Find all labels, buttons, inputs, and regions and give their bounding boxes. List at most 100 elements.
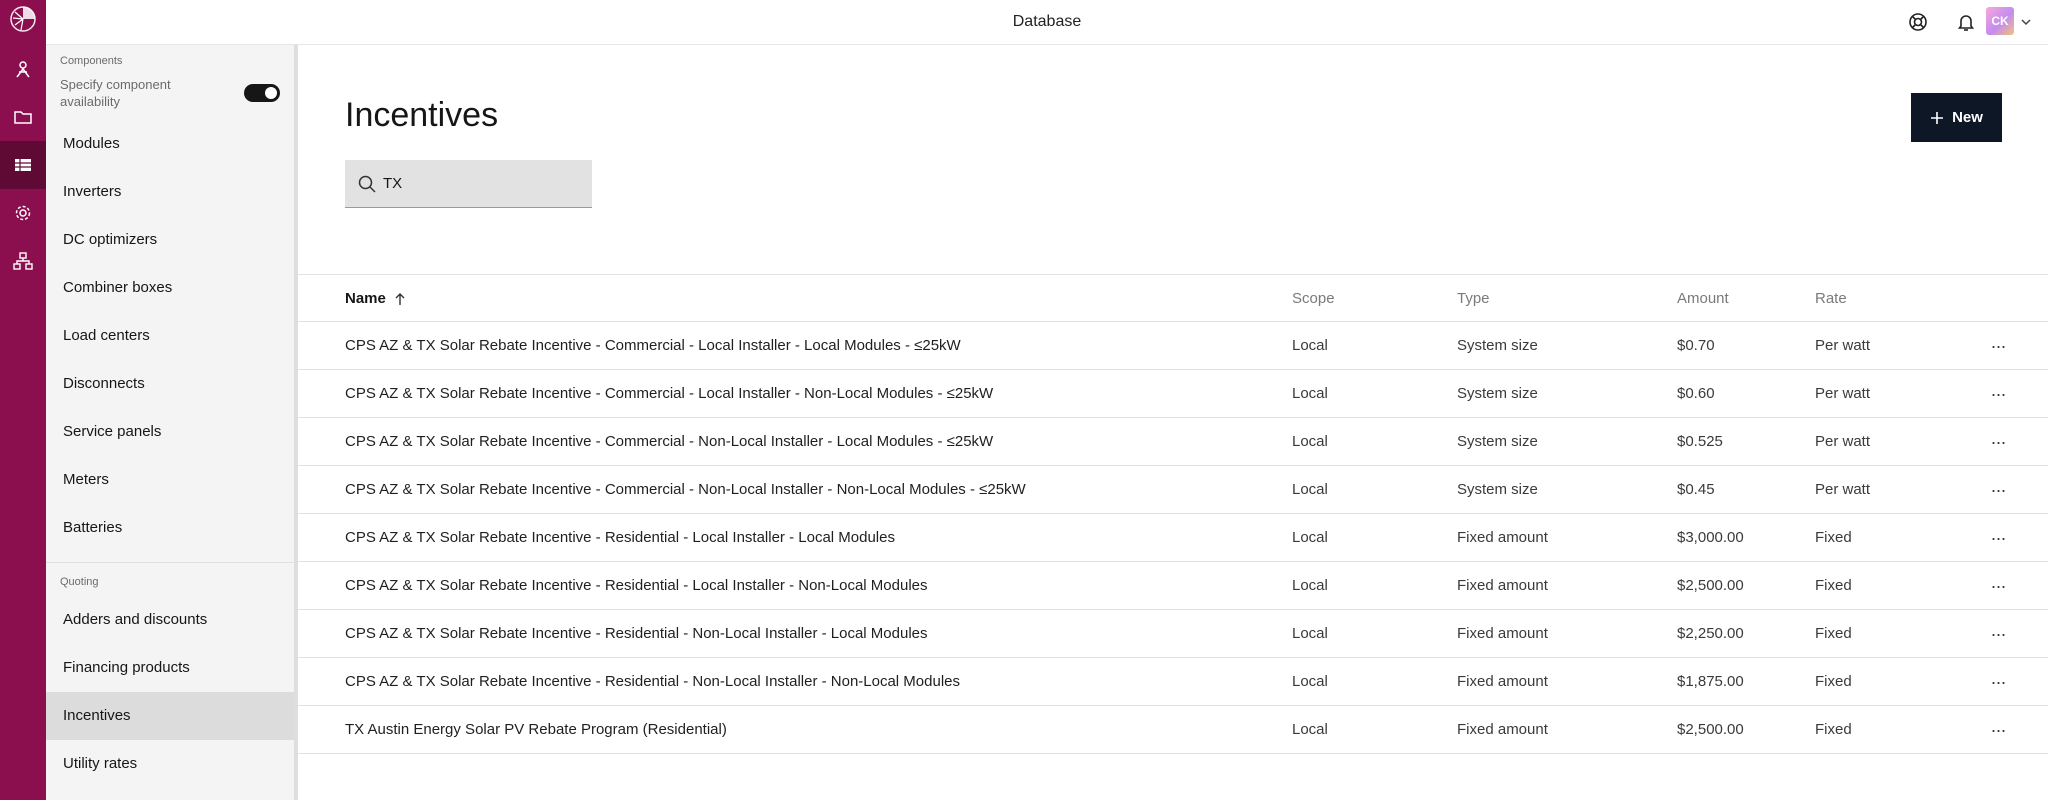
cell-scope: Local: [1292, 433, 1328, 450]
table-row[interactable]: CPS AZ & TX Solar Rebate Incentive - Res…: [298, 514, 2048, 562]
cell-amount: $0.525: [1677, 433, 1723, 450]
more-options-icon[interactable]: ···: [1984, 322, 2012, 370]
table-row[interactable]: CPS AZ & TX Solar Rebate Incentive - Res…: [298, 658, 2048, 706]
cell-name[interactable]: CPS AZ & TX Solar Rebate Incentive - Res…: [345, 562, 928, 610]
app-logo-icon[interactable]: [6, 2, 40, 36]
column-header-rate[interactable]: Rate: [1815, 275, 1847, 323]
cell-name[interactable]: CPS AZ & TX Solar Rebate Incentive - Com…: [345, 418, 993, 466]
cell-type: Fixed amount: [1457, 577, 1548, 594]
rail-database-button[interactable]: [0, 141, 46, 189]
column-name-label: Name: [345, 290, 386, 307]
sidebar-item-modules[interactable]: Modules: [46, 120, 294, 168]
incentives-table: Name Scope Type Amount Rate CPS AZ & TX …: [298, 274, 2048, 754]
cell-name[interactable]: TX Austin Energy Solar PV Rebate Program…: [345, 706, 727, 754]
cell-type: Fixed amount: [1457, 529, 1548, 546]
sidebar-item-service-panels[interactable]: Service panels: [46, 408, 294, 456]
specify-availability-label: Specify component availability: [60, 77, 171, 109]
sidebar: Components Specify component availabilit…: [46, 45, 294, 800]
cell-type: System size: [1457, 337, 1538, 354]
cell-name[interactable]: CPS AZ & TX Solar Rebate Incentive - Com…: [345, 322, 961, 370]
cell-name[interactable]: CPS AZ & TX Solar Rebate Incentive - Res…: [345, 658, 960, 706]
cell-name[interactable]: CPS AZ & TX Solar Rebate Incentive - Com…: [345, 370, 993, 418]
column-header-type[interactable]: Type: [1457, 275, 1490, 323]
cell-type: System size: [1457, 481, 1538, 498]
sidebar-item-combiner-boxes[interactable]: Combiner boxes: [46, 264, 294, 312]
availability-toggle[interactable]: [244, 84, 280, 102]
cell-rate: Fixed: [1815, 625, 1852, 642]
search-box[interactable]: [345, 160, 592, 208]
cell-rate: Per watt: [1815, 337, 1871, 354]
cell-amount: $2,500.00: [1677, 577, 1744, 594]
new-button-label: New: [1952, 109, 1983, 126]
cell-amount: $2,500.00: [1677, 721, 1744, 738]
table-row[interactable]: CPS AZ & TX Solar Rebate Incentive - Com…: [298, 466, 2048, 514]
cell-amount: $3,000.00: [1677, 529, 1744, 546]
cell-scope: Local: [1292, 529, 1328, 546]
search-input[interactable]: [383, 160, 583, 206]
new-button[interactable]: New: [1911, 93, 2002, 142]
table-icon: [15, 159, 31, 171]
rail-settings-button[interactable]: [0, 189, 46, 237]
cell-amount: $0.45: [1677, 481, 1715, 498]
more-options-icon[interactable]: ···: [1984, 370, 2012, 418]
more-options-icon[interactable]: ···: [1984, 706, 2012, 754]
sidebar-item-incentives[interactable]: Incentives: [46, 692, 294, 740]
more-options-icon[interactable]: ···: [1984, 658, 2012, 706]
cell-rate: Fixed: [1815, 673, 1852, 690]
section-label-components: Components: [60, 55, 123, 67]
sidebar-item-financing-products[interactable]: Financing products: [46, 644, 294, 692]
cell-amount: $1,875.00: [1677, 673, 1744, 690]
cell-type: System size: [1457, 385, 1538, 402]
column-header-amount[interactable]: Amount: [1677, 275, 1729, 323]
table-header: Name Scope Type Amount Rate: [298, 274, 2048, 322]
cell-type: Fixed amount: [1457, 625, 1548, 642]
cell-rate: Fixed: [1815, 577, 1852, 594]
table-row[interactable]: CPS AZ & TX Solar Rebate Incentive - Com…: [298, 370, 2048, 418]
more-options-icon[interactable]: ···: [1984, 610, 2012, 658]
column-header-name[interactable]: Name: [345, 275, 406, 323]
cell-amount: $2,250.00: [1677, 625, 1744, 642]
sidebar-item-batteries[interactable]: Batteries: [46, 504, 294, 552]
sidebar-item-dc-optimizers[interactable]: DC optimizers: [46, 216, 294, 264]
chevron-down-icon[interactable]: [2020, 15, 2032, 27]
sidebar-item-adders-discounts[interactable]: Adders and discounts: [46, 596, 294, 644]
sidebar-item-disconnects[interactable]: Disconnects: [46, 360, 294, 408]
more-options-icon[interactable]: ···: [1984, 466, 2012, 514]
sitemap-icon: [13, 252, 33, 270]
table-row[interactable]: CPS AZ & TX Solar Rebate Incentive - Com…: [298, 322, 2048, 370]
cell-name[interactable]: CPS AZ & TX Solar Rebate Incentive - Res…: [345, 610, 928, 658]
avatar[interactable]: CK: [1986, 7, 2014, 35]
cell-scope: Local: [1292, 385, 1328, 402]
table-row[interactable]: CPS AZ & TX Solar Rebate Incentive - Res…: [298, 610, 2048, 658]
sidebar-item-inverters[interactable]: Inverters: [46, 168, 294, 216]
cell-scope: Local: [1292, 577, 1328, 594]
app-rail: [0, 0, 46, 800]
help-icon[interactable]: [1907, 11, 1929, 33]
sidebar-divider: [46, 562, 294, 563]
cell-amount: $0.70: [1677, 337, 1715, 354]
bell-icon[interactable]: [1955, 11, 1977, 33]
column-header-scope[interactable]: Scope: [1292, 275, 1335, 323]
more-options-icon[interactable]: ···: [1984, 514, 2012, 562]
rail-org-button[interactable]: [0, 237, 46, 285]
table-row[interactable]: TX Austin Energy Solar PV Rebate Program…: [298, 706, 2048, 754]
cell-scope: Local: [1292, 673, 1328, 690]
more-options-icon[interactable]: ···: [1984, 418, 2012, 466]
cell-scope: Local: [1292, 625, 1328, 642]
cell-name[interactable]: CPS AZ & TX Solar Rebate Incentive - Com…: [345, 466, 1026, 514]
cell-rate: Per watt: [1815, 385, 1871, 402]
table-row[interactable]: CPS AZ & TX Solar Rebate Incentive - Com…: [298, 418, 2048, 466]
more-options-icon[interactable]: ···: [1984, 562, 2012, 610]
rail-folder-button[interactable]: [0, 93, 46, 141]
cell-rate: Per watt: [1815, 481, 1871, 498]
sidebar-item-load-centers[interactable]: Load centers: [46, 312, 294, 360]
cell-rate: Per watt: [1815, 433, 1871, 450]
sidebar-item-utility-rates[interactable]: Utility rates: [46, 740, 294, 788]
sidebar-item-meters[interactable]: Meters: [46, 456, 294, 504]
table-row[interactable]: CPS AZ & TX Solar Rebate Incentive - Res…: [298, 562, 2048, 610]
cell-type: Fixed amount: [1457, 673, 1548, 690]
rail-user-button[interactable]: [0, 45, 46, 93]
sort-ascending-icon[interactable]: [394, 292, 406, 306]
section-label-quoting: Quoting: [60, 576, 99, 588]
cell-name[interactable]: CPS AZ & TX Solar Rebate Incentive - Res…: [345, 514, 895, 562]
